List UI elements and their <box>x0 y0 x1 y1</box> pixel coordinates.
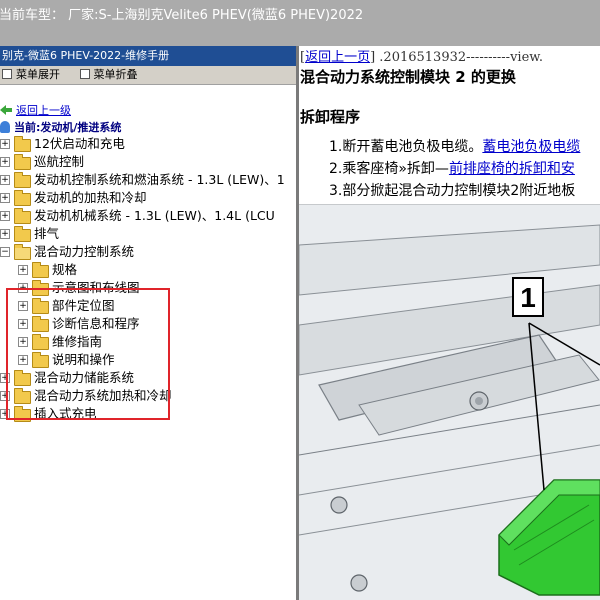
tree-node-label: 说明和操作 <box>52 352 115 367</box>
procedure-step-3: 3.部分掀起混合动力控制模块2附近地板 <box>329 180 575 200</box>
manual-tree-pane: 别克-微蓝6 PHEV-2022-维修手册 菜单展开 菜单折叠 返回上一级 当前… <box>0 46 296 600</box>
folder-icon <box>32 262 49 278</box>
expand-toggle-icon[interactable]: + <box>0 409 10 419</box>
folder-icon <box>14 154 31 170</box>
green-back-arrow-icon <box>0 105 12 115</box>
expand-toggle-icon[interactable]: + <box>18 319 28 329</box>
tree-node-label: 规格 <box>52 262 78 277</box>
tree-node-engine-control-fuel[interactable]: + 发动机控制系统和燃油系统 - 1.3L (LEW)、1 <box>0 171 296 189</box>
tree-node-label: 发动机控制系统和燃油系统 - 1.3L (LEW)、1 <box>34 172 285 187</box>
floor-illustration-drawing: 1 <box>299 205 600 600</box>
collapse-toggle-icon[interactable]: − <box>0 247 10 257</box>
manual-title: 别克-微蓝6 PHEV-2022-维修手册 <box>0 46 296 66</box>
collapse-menu-button[interactable]: 菜单折叠 <box>79 66 138 84</box>
step-text: 1.断开蓄电池负极电缆。 <box>329 139 483 155</box>
tree-node-engine-heating-cooling[interactable]: + 发动机的加热和冷却 <box>0 189 296 207</box>
folder-icon <box>32 334 49 350</box>
expand-toggle-icon[interactable]: + <box>0 193 10 203</box>
step-text: 2.乘客座椅»拆卸— <box>329 161 449 177</box>
folder-icon <box>14 172 31 188</box>
tree-node-hybrid-energy-storage[interactable]: + 混合动力储能系统 <box>0 369 296 387</box>
expand-toggle-icon[interactable]: + <box>18 301 28 311</box>
tree-node-exhaust[interactable]: + 排气 <box>0 225 296 243</box>
tree-node-label: 插入式充电 <box>34 406 97 421</box>
expand-toggle-icon[interactable]: + <box>18 355 28 365</box>
tree-node-cruise-control[interactable]: + 巡航控制 <box>0 153 296 171</box>
tree-node-label: 维修指南 <box>52 334 103 349</box>
doc-id: ] .2016513932----------view. <box>370 50 543 65</box>
expand-icon <box>2 69 12 79</box>
tree-node-diagnostic-info[interactable]: + 诊断信息和程序 <box>0 315 296 333</box>
back-previous-page-link[interactable]: 返回上一页 <box>305 50 370 65</box>
tree-node-repair-instructions[interactable]: + 维修指南 <box>0 333 296 351</box>
collapse-menu-label: 菜单折叠 <box>93 68 138 81</box>
tree-node-plug-in-charging[interactable]: + 插入式充电 <box>0 405 296 423</box>
tree-node-label: 混合动力系统加热和冷却 <box>34 388 172 403</box>
battery-cable-link[interactable]: 蓄电池负极电缆 <box>482 139 580 155</box>
tree-node-label: 诊断信息和程序 <box>52 316 140 331</box>
tree-node-label: 示意图和布线图 <box>52 280 140 295</box>
tree-node-engine-mechanical[interactable]: + 发动机机械系统 - 1.3L (LEW)、1.4L (LCU <box>0 207 296 225</box>
manual-tree: +12伏启动和充电 + 巡航控制 + 发动机控制系统和燃油系统 - 1.3L (LE… <box>0 135 296 423</box>
page-title: 混合动力系统控制模块 2 的更换 <box>300 68 516 86</box>
folder-icon <box>32 316 49 332</box>
folder-icon <box>14 136 31 152</box>
folder-icon <box>14 406 31 422</box>
procedure-step-2: 2.乘客座椅»拆卸—前排座椅的拆卸和安 <box>329 158 575 178</box>
current-location-label: 当前:发动机/推进系统 <box>14 121 122 134</box>
expand-toggle-icon[interactable]: + <box>18 283 28 293</box>
folder-icon <box>14 370 31 386</box>
tree-node-label: 排气 <box>34 226 60 241</box>
current-vehicle-label: 当前车型： 厂家:S-上海别克Velite6 PHEV(微蓝6 PHEV)202… <box>0 8 364 23</box>
expand-toggle-icon[interactable]: + <box>0 139 10 149</box>
folder-icon <box>32 352 49 368</box>
expand-toggle-icon[interactable]: + <box>18 337 28 347</box>
open-folder-icon <box>14 244 31 260</box>
tree-node-label: 混合动力储能系统 <box>34 370 135 385</box>
location-icon <box>0 121 10 133</box>
expand-toggle-icon[interactable]: + <box>0 373 10 383</box>
folder-icon <box>32 280 49 296</box>
procedure-illustration: 1 <box>299 204 600 600</box>
folder-icon <box>14 208 31 224</box>
back-up-level-label: 返回上一级 <box>16 104 71 117</box>
tree-node-label: 12伏启动和充电 <box>34 136 125 151</box>
folder-icon <box>14 226 31 242</box>
collapse-icon <box>79 69 90 79</box>
folder-icon <box>32 298 49 314</box>
callout-number: 1 <box>520 282 536 313</box>
expand-toggle-icon[interactable]: + <box>0 175 10 185</box>
expand-toggle-icon[interactable]: + <box>0 391 10 401</box>
tree-node-label: 发动机的加热和冷却 <box>34 190 147 205</box>
expand-toggle-icon[interactable]: + <box>18 265 28 275</box>
tree-node-label: 巡航控制 <box>34 154 85 169</box>
doc-nav: [返回上一页] .2016513932----------view. <box>300 50 543 65</box>
expand-toggle-icon[interactable]: + <box>0 157 10 167</box>
expand-toggle-icon[interactable]: + <box>0 229 10 239</box>
tree-node-component-locator[interactable]: + 部件定位图 <box>0 297 296 315</box>
step-text: 3.部分掀起混合动力控制模块2附近地板 <box>329 183 576 199</box>
procedure-step-1: 1.断开蓄电池负极电缆。蓄电池负极电缆 <box>329 136 580 156</box>
tree-node-label: 混合动力控制系统 <box>34 244 135 259</box>
section-heading: 拆卸程序 <box>300 108 361 126</box>
front-seat-removal-link[interactable]: 前排座椅的拆卸和安 <box>449 161 575 177</box>
tree-node-schematics-wiring[interactable]: + 示意图和布线图 <box>0 279 296 297</box>
tree-node-description-operation[interactable]: + 说明和操作 <box>0 351 296 369</box>
tree-node-label: 发动机机械系统 - 1.3L (LEW)、1.4L (LCU <box>34 208 275 223</box>
document-pane: [返回上一页] .2016513932----------view. 混合动力系… <box>299 46 600 600</box>
tree-toolbar: 菜单展开 菜单折叠 <box>0 66 296 85</box>
tree-node-label: 部件定位图 <box>52 298 115 313</box>
expand-toggle-icon[interactable]: + <box>0 211 10 221</box>
folder-icon <box>14 388 31 404</box>
tree-node-specifications[interactable]: + 规格 <box>0 261 296 279</box>
expand-menu-label: 菜单展开 <box>16 68 60 81</box>
vehicle-info-bar: 当前车型： 厂家:S-上海别克Velite6 PHEV(微蓝6 PHEV)202… <box>0 0 600 46</box>
folder-icon <box>14 190 31 206</box>
expand-menu-button[interactable]: 菜单展开 <box>2 66 60 84</box>
tree-node-hybrid-heating-cooling[interactable]: + 混合动力系统加热和冷却 <box>0 387 296 405</box>
tree-node-hybrid-control-system[interactable]: − 混合动力控制系统 <box>0 243 296 261</box>
current-location: 当前:发动机/推进系统 <box>0 119 121 135</box>
back-up-level-link[interactable]: 返回上一级 <box>0 102 71 118</box>
tree-node-12v-starting-charging[interactable]: +12伏启动和充电 <box>0 135 296 153</box>
